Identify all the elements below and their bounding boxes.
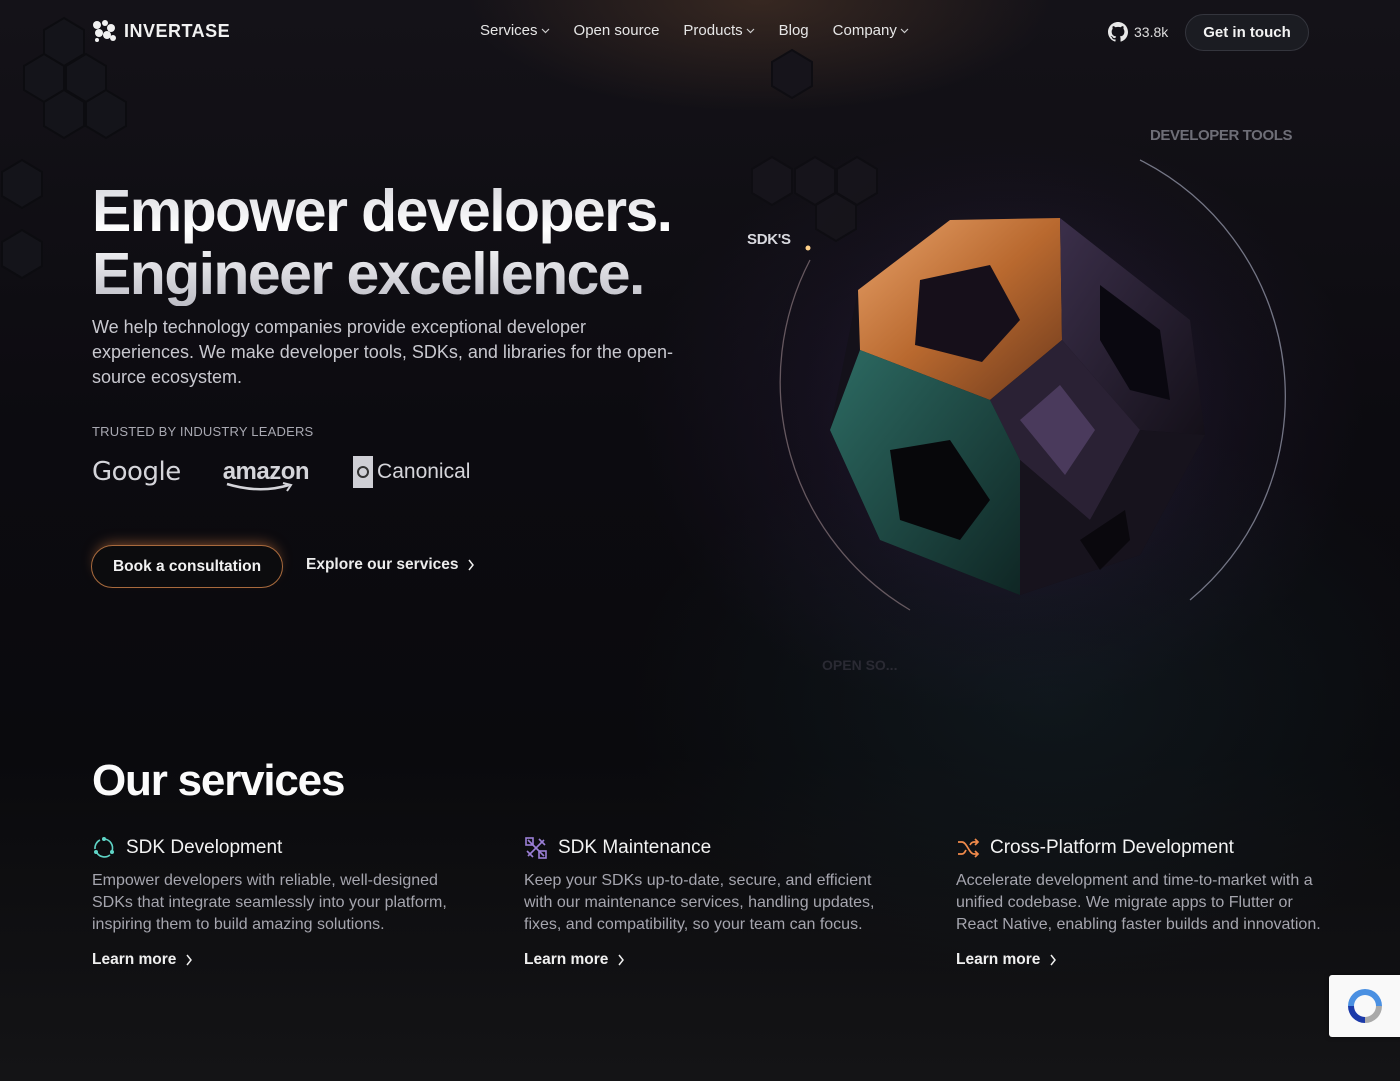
canonical-logo-text: Canonical — [377, 460, 471, 483]
nav-products[interactable]: Products — [683, 22, 755, 39]
recaptcha-icon — [1347, 989, 1382, 1023]
learn-more-label: Learn more — [92, 951, 177, 968]
hero-subtitle: We help technology companies provide exc… — [92, 317, 673, 387]
learn-more-link[interactable]: Learn more — [956, 951, 1326, 969]
learn-more-link[interactable]: Learn more — [92, 951, 462, 969]
service-card-cross-platform: Cross-Platform Development Accelerate de… — [956, 836, 1326, 969]
github-icon — [1108, 22, 1128, 42]
service-title: SDK Maintenance — [558, 837, 712, 858]
service-title: SDK Development — [126, 837, 283, 858]
book-consultation-button[interactable]: Book a consultation — [91, 545, 283, 588]
shuffle-icon — [958, 838, 980, 858]
orbit-label-open-source: OPEN SO... — [822, 657, 898, 673]
tools-icon — [525, 837, 547, 859]
amazon-logo: amazon — [222, 458, 310, 492]
nav-services-label: Services — [480, 22, 538, 39]
learn-more-label: Learn more — [524, 951, 609, 968]
invertase-logo-icon — [93, 20, 116, 42]
chevron-down-icon — [746, 28, 755, 33]
orbit-label-sdks: SDK'S — [747, 231, 791, 248]
recaptcha-badge[interactable] — [1329, 975, 1400, 1037]
site-header: INVERTASE Services Open source Products … — [0, 0, 1400, 66]
github-star-count: 33.8k — [1134, 24, 1169, 40]
orbit-label-developer-tools: DEVELOPER TOOLS — [1150, 127, 1293, 144]
services-section-title: Our services — [92, 756, 345, 805]
service-card-sdk-maintenance: SDK Maintenance Keep your SDKs up-to-dat… — [524, 836, 894, 969]
get-in-touch-button[interactable]: Get in touch — [1185, 14, 1309, 51]
chevron-right-icon — [618, 954, 625, 966]
service-description: Accelerate development and time-to-marke… — [956, 872, 1321, 933]
canonical-logo-mark — [353, 456, 374, 488]
nav-products-label: Products — [683, 22, 743, 39]
learn-more-label: Learn more — [956, 951, 1041, 968]
cycle-icon — [94, 837, 114, 858]
service-card-sdk-development: SDK Development Empower developers with … — [92, 836, 462, 969]
amazon-smile-icon — [226, 482, 293, 492]
nav-open-source[interactable]: Open source — [574, 22, 660, 39]
nav-company[interactable]: Company — [833, 22, 909, 39]
client-logos: Google amazon Canonical — [92, 456, 470, 492]
service-description: Keep your SDKs up-to-date, secure, and e… — [524, 872, 875, 933]
explore-services-label: Explore our services — [306, 556, 459, 573]
chevron-right-icon — [1050, 954, 1057, 966]
service-title: Cross-Platform Development — [990, 837, 1234, 858]
canonical-logo: Canonical — [353, 456, 470, 488]
chevron-right-icon — [467, 559, 474, 571]
nav-open-source-label: Open source — [573, 22, 660, 39]
chevron-right-icon — [186, 954, 193, 966]
hero-dodecahedron-illustration — [740, 120, 1300, 680]
nav-company-label: Company — [832, 22, 897, 39]
nav-blog-label: Blog — [778, 22, 809, 39]
explore-services-link[interactable]: Explore our services — [306, 556, 475, 574]
brand-logo[interactable]: INVERTASE — [92, 20, 230, 42]
amazon-logo-text: amazon — [222, 458, 310, 485]
chevron-down-icon — [541, 28, 549, 33]
trusted-by-label: TRUSTED BY INDUSTRY LEADERS — [92, 424, 314, 439]
hero-title-line-1: Empower developers. — [92, 178, 672, 244]
nav-services[interactable]: Services — [480, 22, 550, 39]
chevron-down-icon — [900, 28, 909, 33]
service-description: Empower developers with reliable, well-d… — [92, 872, 447, 933]
hero-title: Empower developers. Engineer excellence. — [92, 180, 712, 306]
github-stars-link[interactable]: 33.8k — [1108, 22, 1168, 42]
hero-title-line-2: Engineer excellence. — [92, 241, 644, 307]
main-nav: Services Open source Products Blog Compa… — [480, 22, 909, 39]
learn-more-link[interactable]: Learn more — [524, 951, 894, 969]
brand-name: INVERTASE — [124, 20, 231, 41]
google-logo: Google — [92, 457, 181, 487]
nav-blog[interactable]: Blog — [779, 22, 809, 39]
